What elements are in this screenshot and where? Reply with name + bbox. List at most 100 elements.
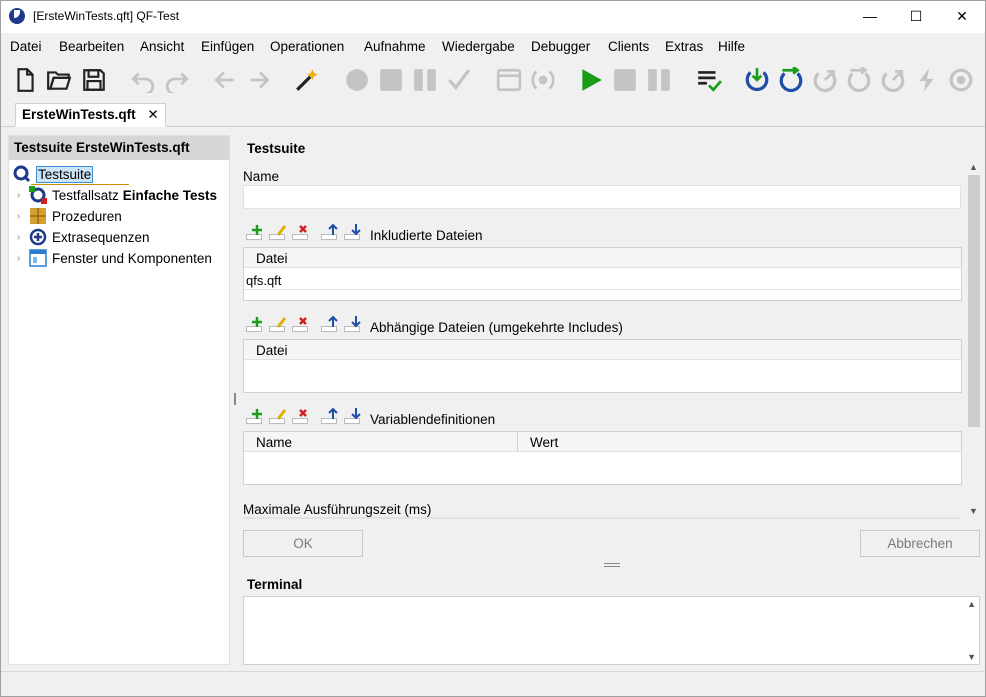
splitter-handle[interactable] (234, 393, 236, 405)
included-files-table[interactable]: Datei qfs.qft (243, 247, 962, 301)
tab-label: ErsteWinTests.qft (22, 107, 136, 122)
delete-icon[interactable] (291, 223, 311, 241)
menu-bearbeiten[interactable]: Bearbeiten (59, 39, 124, 54)
move-up-icon[interactable] (320, 223, 340, 241)
tab-erstewintests[interactable]: ErsteWinTests.qft ✕ (15, 103, 166, 127)
menu-clients[interactable]: Clients (608, 39, 649, 54)
add-icon[interactable] (245, 223, 265, 241)
edit-icon[interactable] (268, 315, 288, 333)
delete-icon[interactable] (291, 315, 311, 333)
toolbar (1, 61, 985, 99)
ok-button[interactable]: OK (243, 530, 363, 557)
magic-wand-icon[interactable] (293, 65, 321, 95)
tree-node-testsuite[interactable]: Testsuite (13, 164, 94, 184)
save-icon[interactable] (80, 65, 108, 95)
expand-chevron-icon[interactable]: › (17, 211, 29, 222)
stop-record-icon[interactable] (377, 65, 405, 95)
move-down-icon[interactable] (343, 223, 363, 241)
record-icon[interactable] (343, 65, 371, 95)
terminal-scroll-up-icon[interactable]: ▲ (967, 599, 976, 609)
terminal-scroll-down-icon[interactable]: ▼ (967, 652, 976, 662)
dependent-files-table[interactable]: Datei (243, 339, 962, 393)
menu-operationen[interactable]: Operationen (270, 39, 344, 54)
menu-ansicht[interactable]: Ansicht (140, 39, 184, 54)
tree-node-testfallsatz[interactable]: › Testfallsatz Einfache Tests (17, 185, 217, 205)
cancel-button[interactable]: Abbrechen (860, 530, 980, 557)
menu-einfuegen[interactable]: Einfügen (201, 39, 254, 54)
column-header-name[interactable]: Name (256, 435, 292, 450)
record-component-icon[interactable] (529, 65, 557, 95)
menu-hilfe[interactable]: Hilfe (718, 39, 745, 54)
tree-node-prozeduren[interactable]: › Prozeduren (17, 206, 122, 226)
included-files-toolbar (245, 223, 363, 241)
variables-table[interactable]: Name Wert (243, 431, 962, 485)
dependent-files-label: Abhängige Dateien (umgekehrte Includes) (370, 320, 623, 335)
close-window-button[interactable]: ✕ (939, 1, 985, 31)
expand-chevron-icon[interactable]: › (17, 232, 29, 243)
column-divider[interactable] (517, 432, 518, 452)
open-folder-icon[interactable] (45, 65, 73, 95)
redo-icon[interactable] (163, 65, 191, 95)
detail-scrollbar[interactable]: ▲ ▼ (967, 161, 981, 519)
continue-icon[interactable] (879, 65, 907, 95)
extras-plus-icon (29, 228, 47, 246)
checklist-icon[interactable] (695, 65, 723, 95)
stop-icon[interactable] (611, 65, 639, 95)
pause-record-icon[interactable] (411, 65, 439, 95)
window-title: [ErsteWinTests.qft] QF-Test (33, 9, 180, 23)
expand-chevron-icon[interactable]: › (17, 253, 29, 264)
close-tab-icon[interactable]: ✕ (147, 107, 158, 122)
scroll-up-icon[interactable]: ▲ (969, 162, 978, 172)
menu-debugger[interactable]: Debugger (531, 39, 590, 54)
variables-label: Variablendefinitionen (370, 412, 496, 427)
add-icon[interactable] (245, 407, 265, 425)
move-down-icon[interactable] (343, 315, 363, 333)
procedures-icon (29, 207, 47, 225)
step-in-icon[interactable] (743, 65, 771, 95)
back-arrow-icon[interactable] (211, 65, 239, 95)
menu-datei[interactable]: Datei (10, 39, 42, 54)
delete-icon[interactable] (291, 407, 311, 425)
edit-icon[interactable] (268, 407, 288, 425)
pause-icon[interactable] (645, 65, 673, 95)
new-file-icon[interactable] (11, 65, 39, 95)
move-down-icon[interactable] (343, 407, 363, 425)
move-up-icon[interactable] (320, 407, 340, 425)
column-header-datei[interactable]: Datei (256, 251, 288, 266)
tree-node-fenster[interactable]: › Fenster und Komponenten (17, 248, 212, 268)
maximize-button[interactable]: ☐ (893, 1, 939, 31)
check-icon[interactable] (445, 65, 473, 95)
breakpoint-icon[interactable] (947, 65, 975, 95)
column-header-wert[interactable]: Wert (530, 435, 558, 450)
play-icon[interactable] (577, 65, 605, 95)
step-over-icon[interactable] (777, 65, 805, 95)
tree-node-extrasequenzen[interactable]: › Extrasequenzen (17, 227, 150, 247)
scrollbar-thumb[interactable] (968, 175, 980, 427)
max-time-field-edge[interactable] (243, 517, 961, 519)
forward-arrow-icon[interactable] (245, 65, 273, 95)
status-bar (1, 671, 985, 696)
skip-icon[interactable] (913, 65, 941, 95)
table-header: Name Wert (244, 432, 961, 452)
step-back-icon[interactable] (845, 65, 873, 95)
table-row[interactable]: qfs.qft (246, 273, 281, 288)
undo-icon[interactable] (129, 65, 157, 95)
minimize-button[interactable]: — (847, 1, 893, 31)
menu-bar: Datei Bearbeiten Ansicht Einfügen Operat… (1, 37, 985, 57)
step-out-icon[interactable] (811, 65, 839, 95)
column-header-datei[interactable]: Datei (256, 343, 288, 358)
horizontal-splitter-handle[interactable] (604, 563, 620, 567)
expand-chevron-icon[interactable]: › (17, 190, 29, 201)
menu-aufnahme[interactable]: Aufnahme (364, 39, 426, 54)
add-icon[interactable] (245, 315, 265, 333)
variables-toolbar (245, 407, 363, 425)
scroll-down-icon[interactable]: ▼ (969, 506, 978, 516)
menu-wiedergabe[interactable]: Wiedergabe (442, 39, 515, 54)
window-icon[interactable] (495, 65, 523, 95)
move-up-icon[interactable] (320, 315, 340, 333)
edit-icon[interactable] (268, 223, 288, 241)
terminal-output[interactable]: ▲ ▼ (243, 596, 980, 665)
name-field[interactable] (243, 185, 961, 209)
menu-extras[interactable]: Extras (665, 39, 703, 54)
tree-node-label: Prozeduren (52, 208, 122, 224)
